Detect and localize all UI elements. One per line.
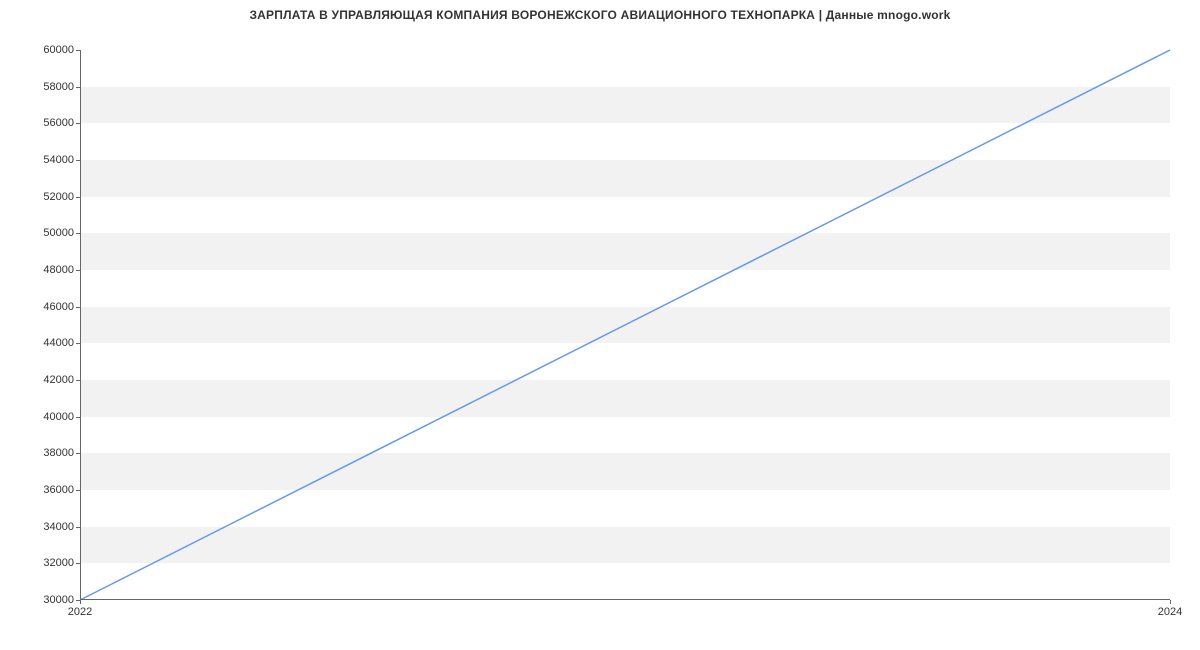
y-tick-label: 48000 [43,264,74,276]
y-tick-mark [76,527,80,528]
y-tick-label: 34000 [43,521,74,533]
y-tick-label: 40000 [43,411,74,423]
x-tick-mark [1170,600,1171,604]
y-tick-label: 46000 [43,301,74,313]
y-tick-mark [76,50,80,51]
chart-series [80,50,1170,600]
y-tick-label: 56000 [43,117,74,129]
y-tick-label: 42000 [43,374,74,386]
y-tick-label: 50000 [43,227,74,239]
y-tick-mark [76,87,80,88]
y-tick-label: 58000 [43,81,74,93]
y-tick-mark [76,123,80,124]
y-tick-mark [76,563,80,564]
y-tick-mark [76,490,80,491]
y-tick-mark [76,453,80,454]
y-tick-label: 32000 [43,557,74,569]
y-tick-label: 36000 [43,484,74,496]
y-tick-mark [76,307,80,308]
y-tick-mark [76,233,80,234]
y-tick-mark [76,343,80,344]
x-tick-label: 2022 [68,606,92,618]
y-tick-mark [76,380,80,381]
y-tick-mark [76,160,80,161]
y-tick-label: 44000 [43,337,74,349]
y-tick-mark [76,270,80,271]
y-tick-label: 60000 [43,44,74,56]
x-axis-line [80,599,1170,600]
y-tick-label: 52000 [43,191,74,203]
series-line [80,50,1170,600]
y-tick-label: 54000 [43,154,74,166]
y-tick-label: 38000 [43,447,74,459]
y-tick-mark [76,417,80,418]
y-tick-mark [76,197,80,198]
y-axis-line [80,50,81,600]
line-chart: ЗАРПЛАТА В УПРАВЛЯЮЩАЯ КОМПАНИЯ ВОРОНЕЖС… [0,0,1200,650]
x-tick-label: 2024 [1158,606,1182,618]
x-tick-mark [80,600,81,604]
y-tick-label: 30000 [43,594,74,606]
chart-title: ЗАРПЛАТА В УПРАВЛЯЮЩАЯ КОМПАНИЯ ВОРОНЕЖС… [0,8,1200,22]
plot-area: 3000032000340003600038000400004200044000… [80,50,1170,600]
